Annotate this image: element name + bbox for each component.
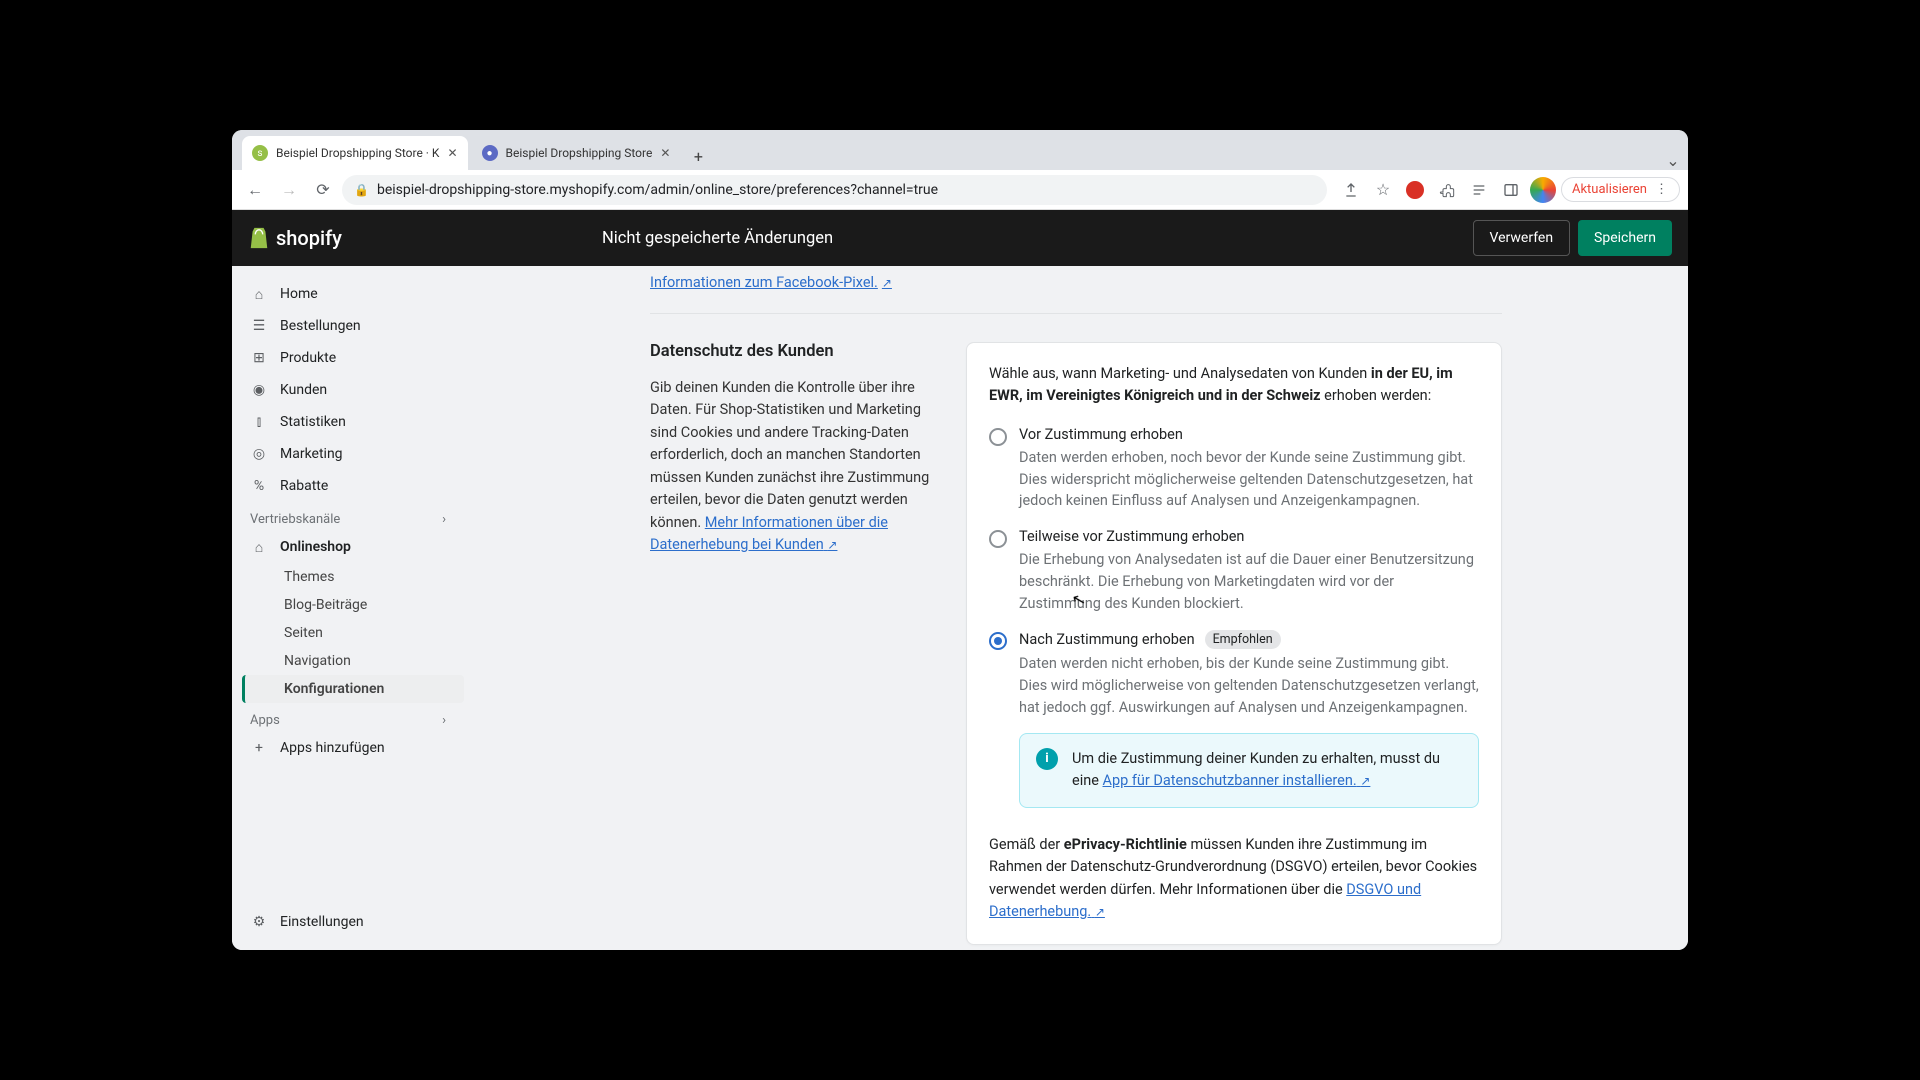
radio-description: Daten werden nicht erhoben, bis der Kund… — [1019, 653, 1479, 718]
eprivacy-note: Gemäß der ePrivacy-Richtlinie müssen Kun… — [989, 834, 1479, 924]
browser-tab-2[interactable]: ● Beispiel Dropshipping Store ✕ — [472, 136, 681, 170]
chevron-right-icon[interactable]: › — [442, 512, 446, 527]
external-link-icon: ↗ — [1360, 774, 1370, 788]
nav-forward-button: → — [274, 175, 304, 205]
privacy-description: Gib deinen Kunden die Kontrolle über ihr… — [650, 377, 930, 557]
analytics-icon: ⫾ — [250, 414, 268, 430]
products-icon: ⊞ — [250, 350, 268, 366]
apps-header: Apps › — [232, 703, 464, 732]
shopify-bag-icon — [248, 226, 270, 250]
subnav-themes[interactable]: Themes — [276, 563, 464, 591]
banner-app-link[interactable]: App für Datenschutzbanner installieren. … — [1103, 772, 1371, 789]
browser-window: s Beispiel Dropshipping Store · K ✕ ● Be… — [232, 130, 1688, 950]
gear-icon: ⚙ — [250, 914, 268, 930]
external-link-icon: ↗ — [882, 276, 892, 290]
tabs-dropdown-icon[interactable]: ⌄ — [1658, 151, 1688, 170]
sidebar: ⌂Home ☰Bestellungen ⊞Produkte ◉Kunden ⫾S… — [232, 266, 464, 950]
divider — [650, 313, 1502, 314]
nav-home[interactable]: ⌂Home — [232, 278, 464, 310]
subnav-preferences[interactable]: Konfigurationen — [242, 675, 464, 703]
nav-marketing[interactable]: ◎Marketing — [232, 438, 464, 470]
external-link-icon: ↗ — [1095, 905, 1105, 919]
info-icon: i — [1036, 748, 1058, 770]
marketing-icon: ◎ — [250, 446, 268, 462]
side-panel-icon[interactable] — [1497, 176, 1525, 204]
url-text: beispiel-dropshipping-store.myshopify.co… — [377, 182, 938, 198]
nav-discounts[interactable]: %Rabatte — [232, 470, 464, 502]
nav-products[interactable]: ⊞Produkte — [232, 342, 464, 374]
radio-label: Nach Zustimmung erhoben Empfohlen — [1019, 630, 1479, 649]
address-bar: ← → ⟳ 🔒 beispiel-dropshipping-store.mysh… — [232, 170, 1688, 210]
favicon-icon: ● — [482, 145, 498, 161]
new-tab-button[interactable]: + — [684, 142, 712, 170]
logo-text: shopify — [276, 226, 342, 250]
nav-settings[interactable]: ⚙Einstellungen — [232, 906, 464, 938]
radio-description: Die Erhebung von Analysedaten ist auf di… — [1019, 549, 1479, 614]
radio-description: Daten werden erhoben, noch bevor der Kun… — [1019, 447, 1479, 512]
url-input[interactable]: 🔒 beispiel-dropshipping-store.myshopify.… — [342, 175, 1327, 205]
privacy-card: Wähle aus, wann Marketing- und Analyseda… — [966, 342, 1502, 945]
discard-button[interactable]: Verwerfen — [1473, 220, 1571, 256]
save-button[interactable]: Speichern — [1578, 220, 1672, 256]
nav-add-apps[interactable]: +Apps hinzufügen — [232, 732, 464, 764]
radio-label: Vor Zustimmung erhoben — [1019, 426, 1479, 443]
extension-red-icon[interactable] — [1401, 176, 1429, 204]
reading-list-icon[interactable] — [1465, 176, 1493, 204]
radio-input-selected[interactable] — [989, 632, 1007, 650]
extensions-icon[interactable] — [1433, 176, 1461, 204]
profile-avatar[interactable] — [1529, 176, 1557, 204]
tab-title: Beispiel Dropshipping Store · K — [276, 146, 439, 160]
bookmark-star-icon[interactable]: ☆ — [1369, 176, 1397, 204]
update-label: Aktualisieren — [1572, 182, 1647, 197]
menu-dots-icon[interactable]: ⋮ — [1655, 182, 1669, 197]
radio-option-after[interactable]: Nach Zustimmung erhoben Empfohlen Daten … — [989, 630, 1479, 807]
radio-input[interactable] — [989, 428, 1007, 446]
main-content[interactable]: Informationen zum Facebook-Pixel. ↗ Date… — [464, 266, 1688, 950]
shopify-topbar: shopify Nicht gespeicherte Änderungen Ve… — [232, 210, 1688, 266]
subnav-pages[interactable]: Seiten — [276, 619, 464, 647]
recommended-badge: Empfohlen — [1205, 630, 1281, 649]
nav-reload-button[interactable]: ⟳ — [308, 175, 338, 205]
nav-customers[interactable]: ◉Kunden — [232, 374, 464, 406]
tab-close-icon[interactable]: ✕ — [660, 146, 670, 160]
facebook-pixel-link[interactable]: Informationen zum Facebook-Pixel. ↗ — [650, 274, 892, 291]
browser-tab-1[interactable]: s Beispiel Dropshipping Store · K ✕ — [242, 136, 468, 170]
sales-channels-header: Vertriebskanäle › — [232, 502, 464, 531]
subnav-navigation[interactable]: Navigation — [276, 647, 464, 675]
tab-title: Beispiel Dropshipping Store — [506, 146, 653, 160]
customers-icon: ◉ — [250, 382, 268, 398]
radio-input[interactable] — [989, 530, 1007, 548]
nav-onlineshop[interactable]: ⌂Onlineshop — [232, 531, 464, 563]
info-banner: i Um die Zustimmung deiner Kunden zu erh… — [1019, 733, 1479, 808]
radio-option-before[interactable]: Vor Zustimmung erhoben Daten werden erho… — [989, 426, 1479, 512]
unsaved-changes-label: Nicht gespeicherte Änderungen — [342, 229, 1465, 248]
favicon-shopify-icon: s — [252, 145, 268, 161]
subnav-blog[interactable]: Blog-Beiträge — [276, 591, 464, 619]
privacy-card-intro: Wähle aus, wann Marketing- und Analyseda… — [989, 363, 1479, 408]
external-link-icon: ↗ — [827, 538, 837, 552]
chevron-right-icon[interactable]: › — [442, 713, 446, 728]
shopify-logo[interactable]: shopify — [248, 226, 342, 250]
browser-update-button[interactable]: Aktualisieren ⋮ — [1561, 177, 1680, 202]
nav-back-button[interactable]: ← — [240, 175, 270, 205]
radio-option-partial[interactable]: Teilweise vor Zustimmung erhoben Die Erh… — [989, 528, 1479, 614]
privacy-title: Datenschutz des Kunden — [650, 342, 930, 361]
nav-orders[interactable]: ☰Bestellungen — [232, 310, 464, 342]
orders-icon: ☰ — [250, 318, 268, 334]
plus-icon: + — [250, 740, 268, 756]
onlineshop-icon: ⌂ — [250, 539, 268, 556]
browser-tabs: s Beispiel Dropshipping Store · K ✕ ● Be… — [232, 130, 1688, 170]
nav-analytics[interactable]: ⫾Statistiken — [232, 406, 464, 438]
discounts-icon: % — [250, 478, 268, 494]
radio-label: Teilweise vor Zustimmung erhoben — [1019, 528, 1479, 545]
banner-text: Um die Zustimmung deiner Kunden zu erhal… — [1072, 748, 1462, 793]
share-icon[interactable] — [1337, 176, 1365, 204]
home-icon: ⌂ — [250, 286, 268, 303]
privacy-section-description: Datenschutz des Kunden Gib deinen Kunden… — [650, 342, 930, 945]
tab-close-icon[interactable]: ✕ — [447, 146, 457, 160]
lock-icon: 🔒 — [354, 183, 369, 197]
